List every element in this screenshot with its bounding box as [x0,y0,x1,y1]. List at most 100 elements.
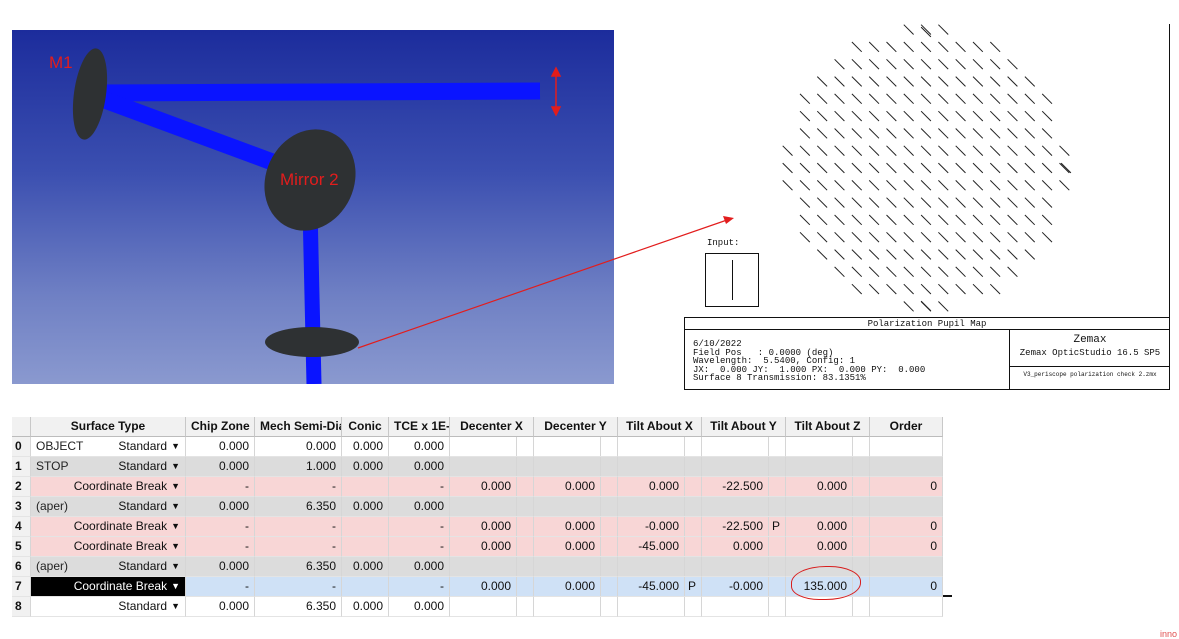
decenter-y-cell[interactable] [534,497,618,517]
conic-cell[interactable] [342,537,389,557]
header-decenter-y[interactable]: Decenter Y [534,417,618,437]
dropdown-arrow-icon[interactable]: ▼ [171,437,180,456]
conic-cell[interactable]: 0.000 [342,557,389,577]
surface-comment[interactable]: (aper) [36,497,68,516]
tilt-x-cell-solve[interactable] [684,437,696,456]
tilt-x-cell[interactable]: 0.000 [618,477,702,497]
tilt-y-cell-solve[interactable] [768,457,780,476]
tce-cell[interactable]: 0.000 [389,497,450,517]
decenter-x-cell-solve[interactable] [516,477,528,496]
decenter-y-cell-solve[interactable] [600,597,612,616]
tce-cell[interactable]: 0.000 [389,457,450,477]
tilt-z-cell-solve[interactable] [852,477,864,496]
tilt-z-cell[interactable] [786,497,870,517]
decenter-x-cell[interactable] [450,437,534,457]
tilt-y-cell-solve[interactable] [768,477,780,496]
dropdown-arrow-icon[interactable]: ▼ [171,537,180,556]
tilt-y-cell[interactable]: -0.000 [702,577,786,597]
tilt-y-cell[interactable]: 0.000 [702,537,786,557]
decenter-y-cell[interactable]: 0.000 [534,477,618,497]
order-cell[interactable] [870,557,943,577]
decenter-x-cell[interactable] [450,557,534,577]
decenter-x-cell[interactable] [450,597,534,617]
mech-semi-dia-cell[interactable]: 6.350 [255,497,342,517]
table-row[interactable]: 0 OBJECT Standard ▼ 0.000 0.000 0.000 0.000 [12,437,952,457]
decenter-x-cell-solve[interactable] [516,437,528,456]
tilt-x-cell-solve[interactable] [684,497,696,516]
tilt-x-cell-solve[interactable] [684,517,696,536]
tilt-z-cell-solve[interactable] [852,597,864,616]
decenter-x-cell-solve[interactable] [516,537,528,556]
tilt-y-cell-solve[interactable]: P [768,517,780,536]
tce-cell[interactable]: 0.000 [389,557,450,577]
dropdown-arrow-icon[interactable]: ▼ [171,597,180,616]
decenter-y-cell[interactable] [534,557,618,577]
mech-semi-dia-cell[interactable]: - [255,577,342,597]
chip-zone-cell[interactable]: 0.000 [186,437,255,457]
decenter-y-cell[interactable]: 0.000 [534,577,618,597]
tilt-z-cell-solve[interactable] [852,437,864,456]
decenter-x-cell[interactable] [450,457,534,477]
decenter-y-cell-solve[interactable] [600,497,612,516]
tilt-z-cell[interactable] [786,437,870,457]
tilt-z-cell[interactable] [786,457,870,477]
conic-cell[interactable]: 0.000 [342,497,389,517]
conic-cell[interactable] [342,477,389,497]
decenter-y-cell-solve[interactable] [600,557,612,576]
header-tce[interactable]: TCE x 1E-6 [389,417,450,437]
surface-type-cell[interactable]: Coordinate Break ▼ [31,477,186,497]
order-cell[interactable]: 0 [870,537,943,557]
surface-type-cell[interactable]: (aper) Standard ▼ [31,497,186,517]
tilt-x-cell[interactable] [618,497,702,517]
surface-type-cell[interactable]: Coordinate Break ▼ [31,577,186,597]
surface-comment[interactable]: (aper) [36,557,68,576]
tilt-y-cell-solve[interactable] [768,597,780,616]
surface-type-cell[interactable]: Standard ▼ [31,597,186,617]
surface-type-cell[interactable]: Coordinate Break ▼ [31,517,186,537]
chip-zone-cell[interactable]: - [186,577,255,597]
mech-semi-dia-cell[interactable]: 0.000 [255,437,342,457]
tilt-x-cell[interactable]: -45.000 P [618,577,702,597]
mech-semi-dia-cell[interactable]: - [255,477,342,497]
order-cell[interactable] [870,457,943,477]
decenter-x-cell-solve[interactable] [516,497,528,516]
tilt-x-cell-solve[interactable] [684,457,696,476]
mech-semi-dia-cell[interactable]: 6.350 [255,557,342,577]
decenter-y-cell[interactable] [534,437,618,457]
order-cell[interactable]: 0 [870,517,943,537]
tilt-y-cell[interactable] [702,497,786,517]
header-tilt-y[interactable]: Tilt About Y [702,417,786,437]
conic-cell[interactable] [342,577,389,597]
decenter-y-cell-solve[interactable] [600,517,612,536]
conic-cell[interactable]: 0.000 [342,457,389,477]
tilt-y-cell[interactable] [702,597,786,617]
table-row[interactable]: 5 Coordinate Break ▼ - - -0.000 0.000 -45.000 0.… [12,537,952,557]
decenter-x-cell[interactable]: 0.000 [450,537,534,557]
conic-cell[interactable] [342,517,389,537]
surface-type-cell[interactable]: (aper) Standard ▼ [31,557,186,577]
decenter-y-cell[interactable] [534,597,618,617]
tilt-z-cell-solve[interactable] [852,497,864,516]
tilt-z-cell-solve[interactable] [852,517,864,536]
tilt-z-cell[interactable]: 0.000 [786,537,870,557]
order-cell[interactable]: 0 [870,477,943,497]
tilt-z-cell[interactable]: 0.000 [786,517,870,537]
mech-semi-dia-cell[interactable]: - [255,517,342,537]
surface-type-cell[interactable]: Coordinate Break ▼ [31,537,186,557]
header-order[interactable]: Order [870,417,943,437]
chip-zone-cell[interactable]: 0.000 [186,557,255,577]
tilt-x-cell[interactable] [618,437,702,457]
header-surface-type[interactable]: Surface Type [31,417,186,437]
chip-zone-cell[interactable]: - [186,517,255,537]
tce-cell[interactable]: - [389,477,450,497]
order-cell[interactable] [870,597,943,617]
decenter-y-cell[interactable]: 0.000 [534,517,618,537]
mech-semi-dia-cell[interactable]: - [255,537,342,557]
mech-semi-dia-cell[interactable]: 6.350 [255,597,342,617]
dropdown-arrow-icon[interactable]: ▼ [171,517,180,536]
tilt-x-cell-solve[interactable] [684,537,696,556]
surface-type-cell[interactable]: OBJECT Standard ▼ [31,437,186,457]
tce-cell[interactable]: - [389,537,450,557]
tce-cell[interactable]: - [389,517,450,537]
dropdown-arrow-icon[interactable]: ▼ [171,457,180,476]
